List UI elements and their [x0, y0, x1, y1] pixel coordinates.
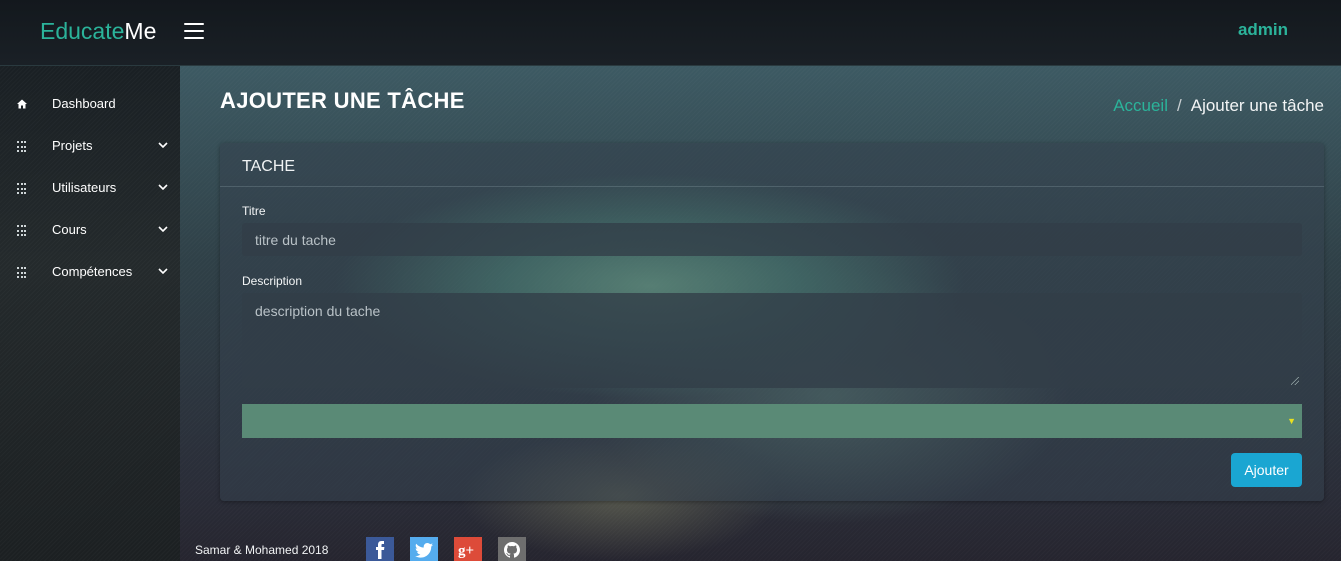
title-label: Titre — [242, 204, 266, 218]
breadcrumb-separator: / — [1177, 96, 1182, 115]
grid-icon — [17, 183, 29, 195]
github-icon[interactable] — [498, 537, 526, 561]
grid-icon — [17, 141, 29, 153]
sidebar-item-label: Projets — [52, 138, 93, 153]
sidebar-item-competences[interactable]: Compétences — [0, 252, 180, 294]
user-menu[interactable]: admin — [1238, 20, 1288, 40]
sidebar-item-cours[interactable]: Cours — [0, 210, 180, 252]
card-header: TACHE — [220, 143, 1324, 187]
sidebar-item-label: Utilisateurs — [52, 180, 117, 195]
page-title: AJOUTER UNE TÂCHE — [220, 88, 465, 113]
breadcrumb-home-link[interactable]: Accueil — [1113, 96, 1168, 115]
select-dropdown[interactable]: ▼ — [242, 404, 1302, 438]
chevron-down-icon[interactable] — [156, 138, 170, 152]
brand-logo[interactable]: EducateMe — [40, 17, 156, 45]
card-title: TACHE — [242, 158, 296, 175]
hamburger-menu-icon[interactable] — [184, 23, 206, 41]
title-input[interactable] — [242, 223, 1302, 256]
google-plus-icon[interactable]: g+ — [454, 537, 482, 561]
grid-icon — [17, 225, 29, 237]
brand-part1: Educate — [40, 18, 125, 44]
sidebar-item-label: Cours — [52, 222, 87, 237]
grid-icon — [17, 267, 29, 279]
facebook-icon[interactable] — [366, 537, 394, 561]
breadcrumb: Accueil / Ajouter une tâche — [1113, 96, 1324, 116]
add-button[interactable]: Ajouter — [1231, 453, 1302, 487]
main-content: AJOUTER UNE TÂCHE Accueil / Ajouter une tâ… — [180, 66, 1341, 561]
sidebar-item-label: Dashboard — [52, 96, 116, 111]
brand-part2: Me — [124, 18, 157, 44]
chevron-down-icon[interactable] — [156, 222, 170, 236]
sidebar-item-label: Compétences — [52, 264, 133, 279]
sidebar-item-projets[interactable]: Projets — [0, 126, 180, 168]
breadcrumb-current: Ajouter une tâche — [1190, 96, 1324, 115]
textarea-resize-handle[interactable] — [1291, 377, 1299, 385]
sidebar-item-dashboard[interactable]: Dashboard — [0, 84, 180, 126]
description-textarea[interactable] — [242, 293, 1302, 388]
sidebar-item-utilisateurs[interactable]: Utilisateurs — [0, 168, 180, 210]
svg-text:g+: g+ — [458, 543, 474, 558]
footer-credits: Samar & Mohamed 2018 — [195, 543, 329, 557]
description-label: Description — [242, 274, 303, 288]
top-navbar: EducateMe admin — [0, 0, 1341, 66]
sidebar: Dashboard Projets Utilisateurs Cours Com… — [0, 66, 180, 561]
chevron-down-icon[interactable] — [156, 180, 170, 194]
chevron-down-icon[interactable] — [156, 264, 170, 278]
home-icon — [17, 99, 29, 111]
twitter-icon[interactable] — [410, 537, 438, 561]
dropdown-arrow-icon: ▼ — [1287, 416, 1296, 426]
task-form-card: TACHE Titre Description ▼ Ajouter — [220, 143, 1324, 501]
